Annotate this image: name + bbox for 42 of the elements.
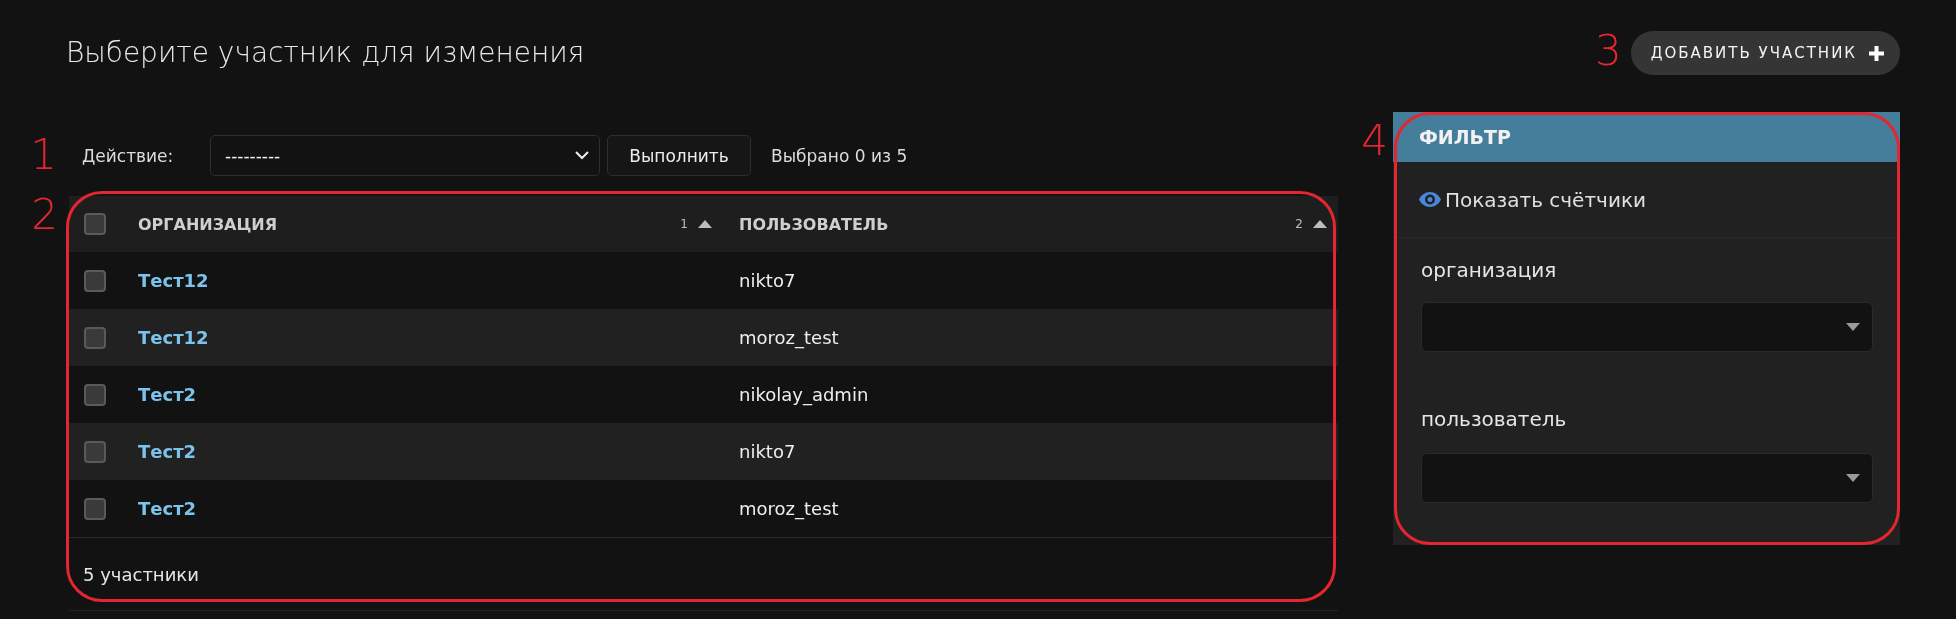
filter-label: пользователь [1421,407,1567,431]
organization-link[interactable]: Тест2 [138,498,197,519]
row-checkbox[interactable] [84,497,106,520]
caret-down-icon [1846,474,1860,482]
row-checkbox[interactable] [84,383,106,406]
add-button[interactable]: ДОБАВИТЬ УЧАСТНИК [1630,31,1900,75]
selection-count: Выбрано 0 из 5 [771,145,908,166]
show-counts-link[interactable]: Показать счётчики [1419,187,1646,212]
annotation-number: 3 [1595,30,1622,72]
filter-label: организация [1421,258,1557,282]
table-cell: moroz_test [739,498,839,519]
organization-link[interactable]: Тест12 [138,327,209,348]
plus-icon [1869,45,1884,61]
column-header[interactable]: ПОЛЬЗОВАТЕЛЬ [739,214,889,234]
caret-down-icon [1846,323,1860,331]
organization-link[interactable]: Тест2 [138,384,197,405]
annotation-number: 4 [1361,120,1388,162]
action-select[interactable]: --------- [210,135,600,176]
sort-priority: 1 [680,217,688,231]
sort-arrow-icon[interactable] [1313,220,1327,228]
action-label: Действие: [82,145,175,166]
row-checkbox[interactable] [84,440,106,463]
table-cell: nikolay_admin [739,384,869,405]
page-title: Выберите участник для изменения [66,36,585,70]
annotation-number: 2 [31,194,58,236]
organization-link[interactable]: Тест12 [138,270,209,291]
annotation-number: 1 [30,134,57,176]
sort-priority: 2 [1295,217,1303,231]
filter-header: ФИЛЬТР [1393,112,1900,162]
result-count: 5 участники [83,563,199,585]
row-checkbox[interactable] [84,269,106,292]
row-checkbox[interactable] [84,326,106,349]
organization-link[interactable]: Тест2 [138,441,197,462]
eye-icon [1419,192,1441,207]
column-header[interactable]: ОРГАНИЗАЦИЯ [138,214,277,234]
run-button[interactable]: Выполнить [607,135,751,176]
chevron-down-icon [575,151,589,160]
sort-arrow-icon[interactable] [698,220,712,228]
table-cell: nikto7 [739,270,796,291]
table-cell: nikto7 [739,441,796,462]
select-all-checkbox[interactable] [84,213,106,235]
table-cell: moroz_test [739,327,839,348]
